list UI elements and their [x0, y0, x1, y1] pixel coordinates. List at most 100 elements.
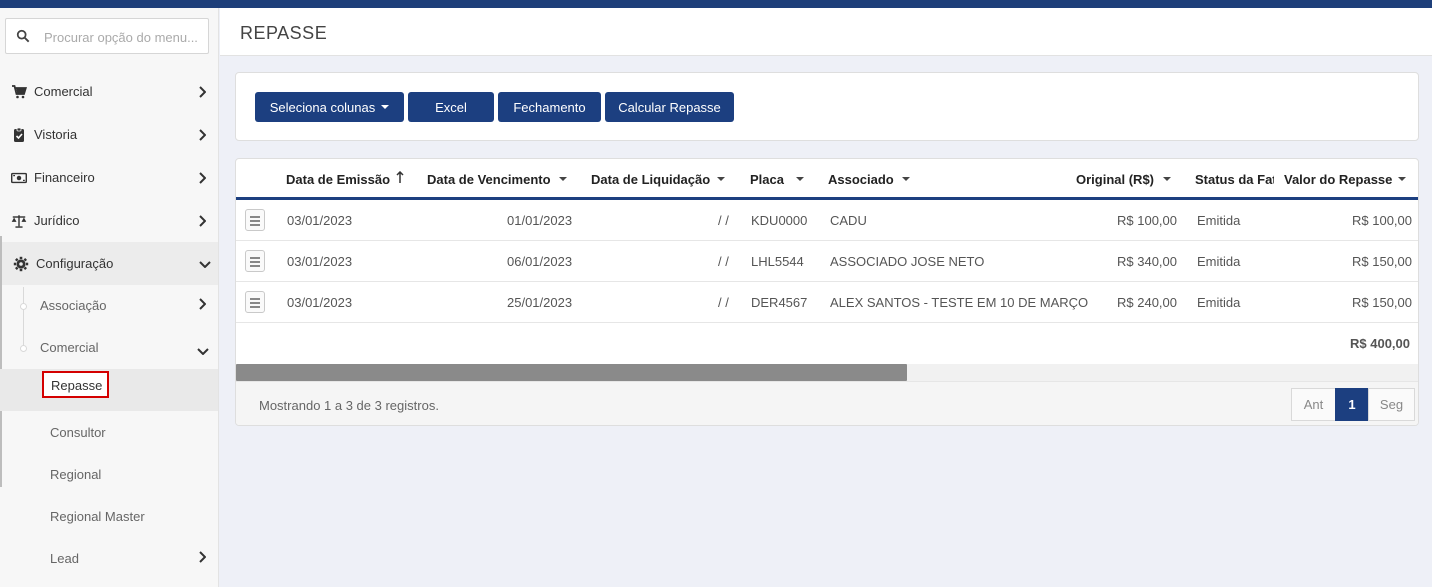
chevron-right-icon [198, 171, 206, 184]
cart-icon [12, 85, 27, 99]
cell-original: R$ 340,00 [1117, 254, 1177, 269]
subitem-label: Regional [50, 467, 102, 482]
pagination-prev[interactable]: Ant [1291, 388, 1336, 421]
pagination-next[interactable]: Seg [1368, 388, 1415, 421]
cell-repasse: R$ 150,00 [1352, 295, 1412, 310]
tree-node-icon [20, 303, 27, 310]
cell-vencimento: 06/01/2023 [507, 254, 573, 269]
cell-emissao: 03/01/2023 [287, 254, 353, 269]
subitem-label: Associação [40, 298, 107, 313]
sort-icon [717, 177, 725, 181]
chevron-right-icon [198, 551, 207, 566]
table-row[interactable]: 03/01/2023 25/01/2023 / / DER4567 ALEX S… [236, 282, 1418, 323]
header-original[interactable]: Original (R$) [1076, 172, 1154, 187]
chevron-down-icon [197, 343, 209, 358]
pagination-page-label: 1 [1348, 397, 1356, 412]
button-label: Fechamento [513, 99, 586, 115]
top-accent-bar [0, 0, 1432, 8]
chevron-right-icon [198, 214, 206, 227]
sidebar-subitem-consultor[interactable]: Consultor [0, 412, 218, 454]
pagination-next-label: Seg [1379, 397, 1404, 412]
cell-status: Emitida [1197, 254, 1241, 269]
page-title: REPASSE [240, 23, 328, 43]
sort-icon [559, 177, 567, 181]
header-associado[interactable]: Associado [828, 172, 894, 187]
sort-icon [1398, 177, 1406, 181]
calcular-repasse-button[interactable]: Calcular Repasse [605, 92, 734, 122]
sidebar-item-vistoria[interactable]: Vistoria [0, 113, 218, 156]
header-placa[interactable]: Placa [750, 172, 784, 187]
clipboard-check-icon [14, 127, 24, 142]
fechamento-button[interactable]: Fechamento [498, 92, 601, 122]
sidebar-subitem-repasse[interactable] [0, 369, 218, 411]
button-label: Excel [435, 99, 467, 115]
page-header: REPASSE [220, 8, 1432, 56]
sidebar-subitem-associacao[interactable]: Associação [0, 285, 218, 327]
cell-placa: KDU0000 [751, 213, 808, 228]
cell-associado: ASSOCIADO JOSE NETO [830, 254, 985, 269]
menu-search[interactable] [5, 18, 209, 54]
sidebar-item-juridico[interactable]: Jurídico [0, 199, 218, 242]
table-row[interactable]: 03/01/2023 01/01/2023 / / KDU0000 CADU R… [236, 200, 1418, 241]
sidebar-subitem-regional[interactable]: Regional [0, 454, 218, 496]
toolbar-card: Seleciona colunas Excel Fechamento Calcu… [235, 72, 1419, 141]
gear-icon [13, 256, 29, 272]
active-item-highlight[interactable]: Repasse [42, 371, 109, 398]
cell-status: Emitida [1197, 295, 1241, 310]
button-label: Calcular Repasse [618, 99, 721, 115]
sidebar-item-financeiro[interactable]: Financeiro [0, 156, 218, 199]
subitem-label: Repasse [51, 378, 103, 393]
header-data-liquidacao[interactable]: Data de Liquidação [591, 172, 710, 187]
caret-down-icon [381, 105, 390, 109]
sidebar-item-label: Financeiro [34, 170, 95, 185]
cell-associado: CADU [830, 213, 867, 228]
sidebar-subitem-comercial[interactable]: Comercial [0, 327, 218, 369]
sidebar-item-label: Configuração [36, 256, 114, 271]
records-info: Mostrando 1 a 3 de 3 registros. [259, 398, 439, 413]
table-footer: Mostrando 1 a 3 de 3 registros. Ant 1 Se… [236, 381, 1418, 425]
row-menu-icon[interactable] [245, 250, 265, 272]
subitem-label: Comercial [40, 340, 99, 355]
cell-vencimento: 01/01/2023 [507, 213, 573, 228]
tree-node-icon [20, 345, 27, 352]
sidebar-item-comercial[interactable]: Comercial [0, 70, 218, 113]
balance-scale-icon [11, 215, 27, 228]
sort-icon [902, 177, 910, 181]
pagination-prev-label: Ant [1303, 397, 1324, 412]
row-menu-icon[interactable] [245, 291, 265, 313]
sidebar-subitem-regional-master[interactable]: Regional Master [0, 496, 218, 538]
scrollbar-thumb[interactable] [236, 364, 907, 381]
header-data-vencimento[interactable]: Data de Vencimento [427, 172, 551, 187]
sidebar-item-configuracao[interactable]: Configuração [0, 242, 218, 285]
search-input[interactable] [44, 27, 204, 47]
header-data-emissao[interactable]: Data de Emissão [286, 172, 390, 187]
table-card: Data de Emissão Data de Vencimento Data … [235, 158, 1419, 426]
sidebar-item-label: Jurídico [34, 213, 80, 228]
sidebar-subitem-lead[interactable]: Lead [0, 538, 218, 580]
table-row[interactable]: 03/01/2023 06/01/2023 / / LHL5544 ASSOCI… [236, 241, 1418, 282]
total-repasse: R$ 400,00 [1350, 336, 1410, 351]
money-bill-icon [11, 172, 27, 184]
select-columns-button[interactable]: Seleciona colunas [255, 92, 404, 122]
header-status-clip: Status da Fatura [1195, 159, 1274, 197]
sort-icon [1163, 177, 1171, 181]
search-icon [16, 29, 30, 43]
table-header: Data de Emissão Data de Vencimento Data … [236, 159, 1418, 200]
cell-placa: LHL5544 [751, 254, 804, 269]
header-status[interactable]: Status da Fatura [1195, 172, 1274, 187]
chevron-right-icon [198, 298, 207, 313]
button-label: Seleciona colunas [269, 99, 376, 115]
row-menu-icon[interactable] [245, 209, 265, 231]
excel-button[interactable]: Excel [408, 92, 494, 122]
cell-repasse: R$ 100,00 [1352, 213, 1412, 228]
sidebar-item-label: Comercial [34, 84, 93, 99]
header-valor-repasse[interactable]: Valor do Repasse [1284, 172, 1392, 187]
cell-associado: ALEX SANTOS - TESTE EM 10 DE MARÇO [830, 295, 1089, 310]
subitem-label: Regional Master [50, 509, 145, 524]
pagination-page-1[interactable]: 1 [1335, 388, 1369, 421]
cell-liquidacao: / / [718, 213, 729, 228]
sort-icon [796, 177, 804, 181]
cell-original: R$ 100,00 [1117, 213, 1177, 228]
sidebar-item-label: Vistoria [34, 127, 78, 142]
chevron-down-icon [199, 260, 211, 268]
